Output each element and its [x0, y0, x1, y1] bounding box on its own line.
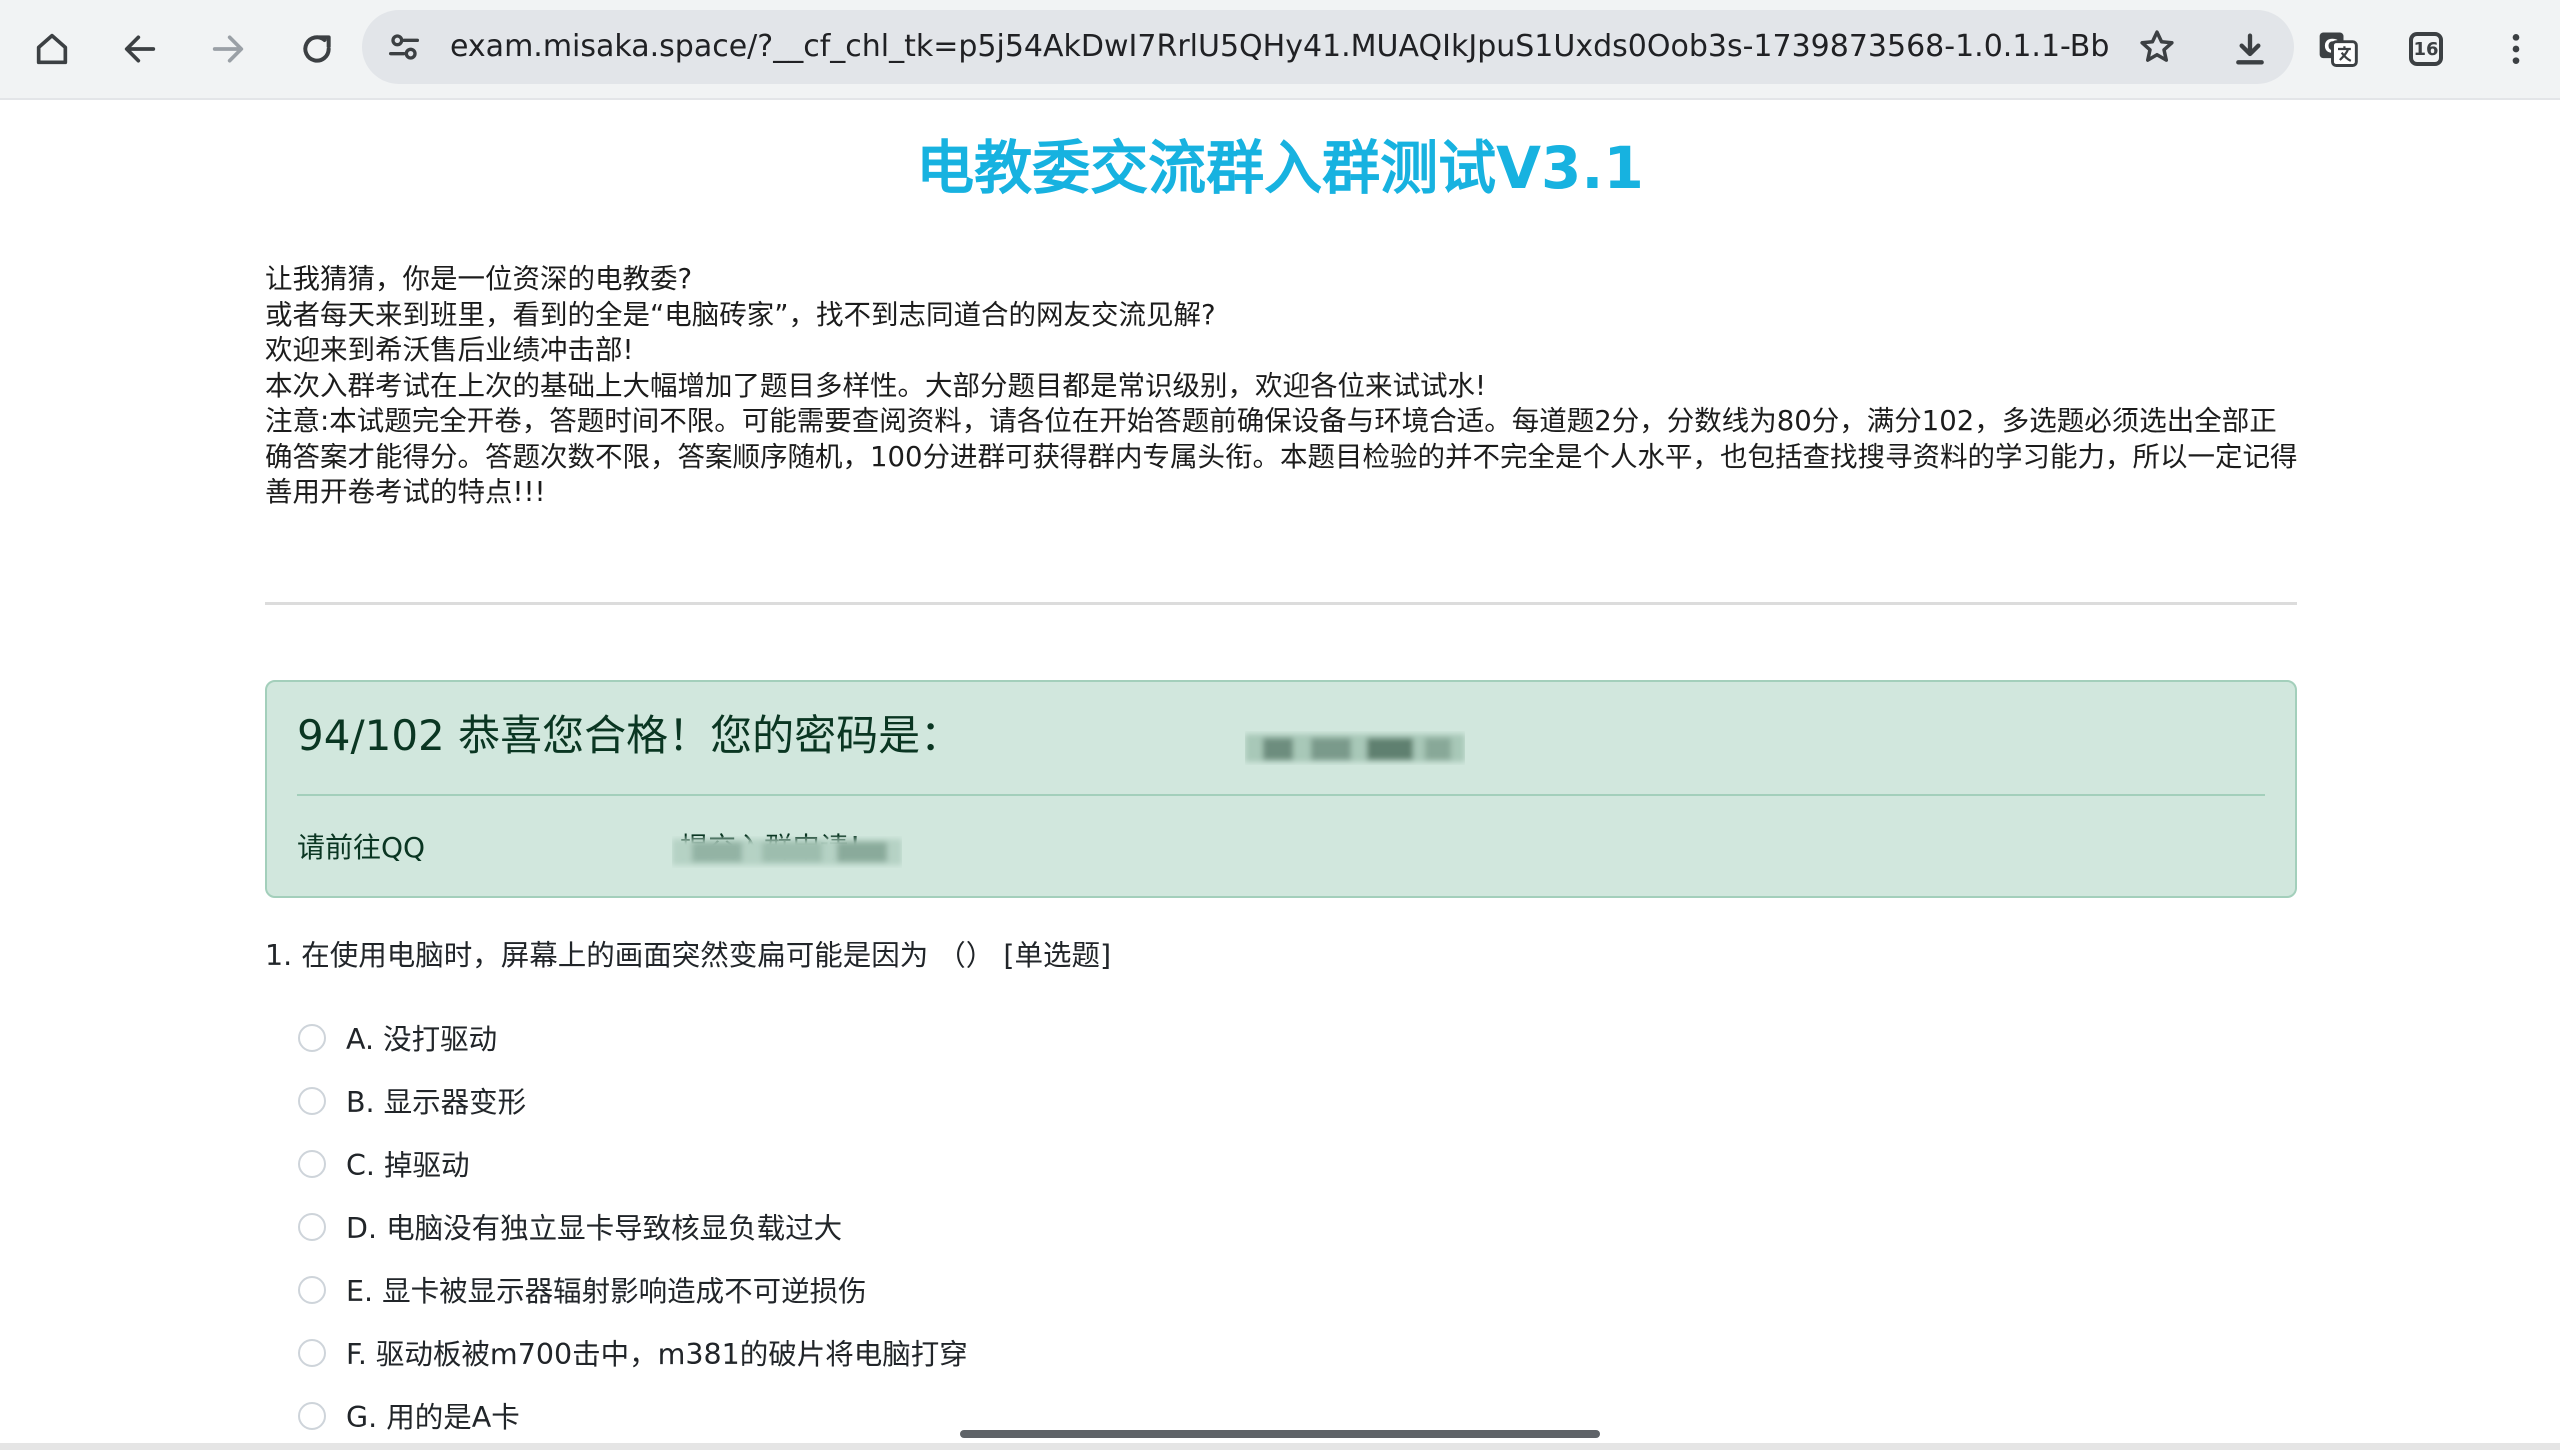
browser-toolbar: exam.misaka.space/?__cf_chl_tk=p5j54AkDw… [0, 0, 2560, 100]
option-f[interactable]: F. 驱动板被m700击中，m381的破片将电脑打穿 [298, 1321, 968, 1384]
section-divider [265, 602, 2297, 605]
reload-icon [303, 35, 331, 63]
radio-button[interactable] [298, 1086, 326, 1115]
intro-text: 让我猜猜，你是一位资深的电教委? 或者每天来到班里，看到的全是“电脑砖家”，找不… [265, 262, 2300, 511]
back-button[interactable] [112, 21, 168, 77]
intro-line: 本次入群考试在上次的基础上大幅增加了题目多样性。大部分题目都是常识级别，欢迎各位… [265, 369, 1487, 402]
site-settings-icon[interactable] [384, 27, 424, 67]
option-label: A. 没打驱动 [346, 1023, 498, 1056]
translate-button[interactable]: G [2312, 23, 2364, 75]
home-icon [36, 33, 68, 65]
option-label: F. 驱动板被m700击中，m381的破片将电脑打穿 [346, 1338, 968, 1371]
instruction-prefix: 请前往QQ [297, 831, 426, 864]
result-alert: 94/102 恭喜您合格！您的密码是： 请前往QQ提交入群申请！ [265, 680, 2297, 898]
reload-button[interactable] [289, 21, 345, 77]
qq-redacted-blur [672, 839, 902, 865]
intro-line: 或者每天来到班里，看到的全是“电脑砖家”，找不到志同道合的网友交流见解? [265, 298, 1216, 331]
download-icon [2236, 33, 2264, 65]
option-d[interactable]: D. 电脑没有独立显卡导致核显负载过大 [298, 1195, 968, 1258]
bookmark-star-icon[interactable] [2136, 26, 2178, 68]
viewport-bottom-edge [0, 1443, 2560, 1450]
forward-icon [212, 35, 244, 63]
page-title: 电教委交流群入群测试V3.1 [916, 134, 1644, 202]
back-icon [124, 35, 156, 63]
translate-icon: G [2319, 32, 2358, 67]
forward-button[interactable] [200, 21, 256, 77]
intro-line: 欢迎来到希沃售后业绩冲击部! [265, 334, 634, 366]
address-bar[interactable]: exam.misaka.space/?__cf_chl_tk=p5j54AkDw… [362, 10, 2294, 84]
option-label: G. 用的是A卡 [346, 1401, 520, 1434]
radio-button[interactable] [298, 1212, 326, 1241]
option-label: E. 显卡被显示器辐射影响造成不可逆损伤 [346, 1275, 867, 1308]
radio-button[interactable] [298, 1338, 326, 1367]
password-redacted-blur [1245, 734, 1465, 762]
radio-button[interactable] [298, 1023, 326, 1052]
home-button[interactable] [24, 21, 80, 77]
url-text[interactable]: exam.misaka.space/?__cf_chl_tk=p5j54AkDw… [450, 10, 2110, 84]
more-menu-icon [2512, 34, 2520, 64]
alert-divider [297, 794, 2265, 796]
answer-options: A. 没打驱动 B. 显示器变形 C. 掉驱动 D. 电脑没有独立显卡导致核显负… [298, 1006, 968, 1447]
option-b[interactable]: B. 显示器变形 [298, 1069, 968, 1132]
option-label: D. 电脑没有独立显卡导致核显负载过大 [346, 1212, 843, 1245]
option-a[interactable]: A. 没打驱动 [298, 1006, 968, 1069]
more-menu-button[interactable] [2490, 23, 2542, 75]
radio-button[interactable] [298, 1401, 326, 1430]
option-g[interactable]: G. 用的是A卡 [298, 1384, 968, 1447]
option-e[interactable]: E. 显卡被显示器辐射影响造成不可逆损伤 [298, 1258, 968, 1321]
download-button[interactable] [2224, 23, 2276, 75]
option-label: B. 显示器变形 [346, 1086, 527, 1119]
result-heading: 94/102 恭喜您合格！您的密码是： [297, 711, 963, 760]
option-c[interactable]: C. 掉驱动 [298, 1132, 968, 1195]
gesture-home-bar[interactable] [960, 1430, 1600, 1438]
radio-button[interactable] [298, 1275, 326, 1304]
question-title: 1. 在使用电脑时，屏幕上的画面突然变扁可能是因为 （） [单选题] [265, 939, 1112, 972]
option-label: C. 掉驱动 [346, 1149, 470, 1182]
tab-switcher-icon: 16 [2409, 32, 2443, 66]
intro-line: 让我猜猜，你是一位资深的电教委? [265, 263, 693, 295]
intro-line: 注意:本试题完全开卷，答题时间不限。可能需要查阅资料，请各位在开始答题前确保设备… [265, 405, 2298, 508]
radio-button[interactable] [298, 1149, 326, 1178]
tab-switcher-button[interactable]: 16 [2400, 23, 2452, 75]
